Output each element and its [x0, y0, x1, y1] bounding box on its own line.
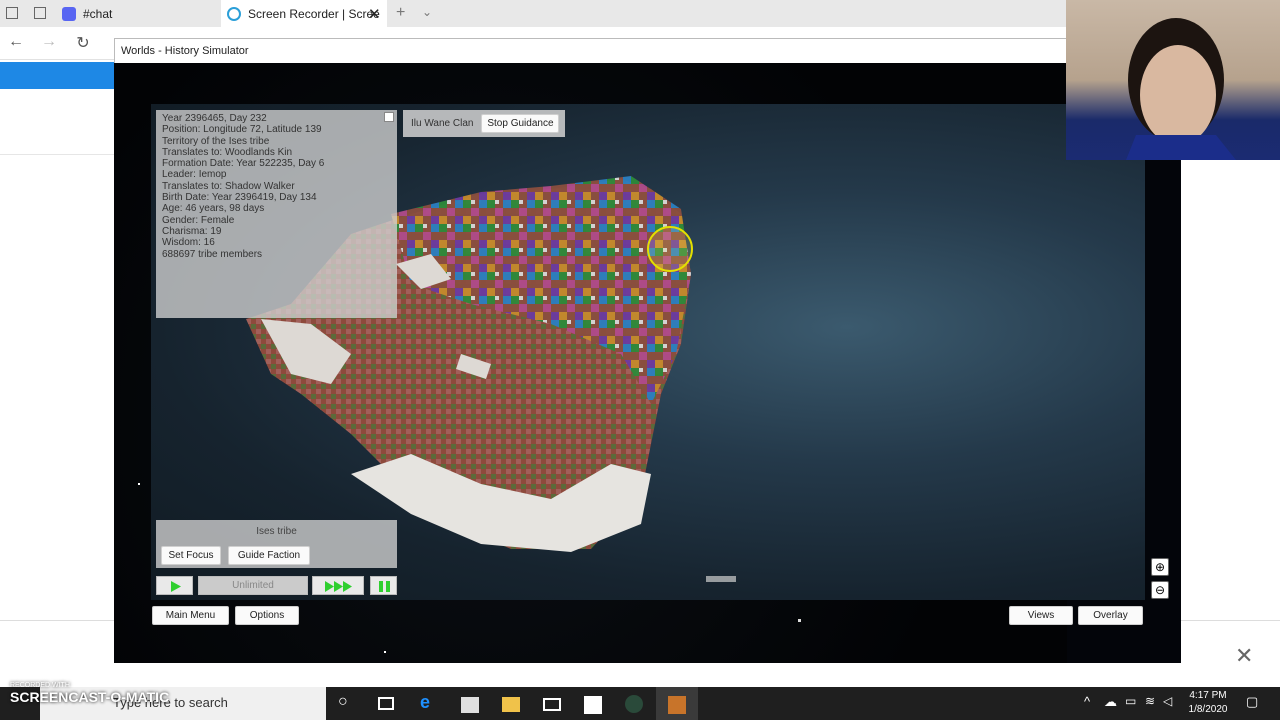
views-button[interactable]: Views	[1009, 606, 1073, 625]
taskbar-clock[interactable]: 4:17 PM 1/8/2020	[1178, 689, 1238, 717]
cursor-highlight	[647, 226, 693, 272]
volume-icon[interactable]: ◁	[1163, 694, 1172, 708]
play-button[interactable]	[156, 576, 193, 595]
edge-icon[interactable]: e	[420, 692, 438, 712]
windows-taskbar: Type here to search ○ e ^ ☁ ▭ ≋ ◁ 4:17 P…	[0, 687, 1280, 720]
recorder-app-icon[interactable]	[668, 696, 686, 714]
set-aside-tabs-icon[interactable]	[34, 7, 46, 19]
recording-watermark: RECORDED WITH SCREENCAST-O-MATIC	[10, 682, 169, 705]
guide-faction-button[interactable]: Guide Faction	[228, 546, 310, 565]
webcam-person	[1126, 18, 1236, 160]
info-line: Position: Longitude 72, Latitude 139	[162, 124, 322, 136]
star	[384, 651, 386, 653]
tab-label: #chat	[83, 6, 113, 21]
info-line: Birth Date: Year 2396419, Day 134	[162, 192, 317, 204]
speed-label: Unlimited	[198, 576, 308, 595]
info-line: Charisma: 19	[162, 225, 222, 237]
close-tab-icon[interactable]: ✕	[368, 5, 381, 23]
zoom-in-button[interactable]: ⊕	[1151, 558, 1169, 576]
page-header-strip	[0, 62, 114, 89]
info-line: Translates to: Woodlands Kin	[162, 146, 293, 158]
chevron-down-icon[interactable]: ⌄	[422, 5, 432, 19]
window-title: Worlds - History Simulator	[115, 39, 1066, 64]
tab-actions-icon[interactable]	[6, 7, 18, 19]
tribe-panel: Ises tribe Set Focus Guide Faction	[156, 520, 397, 568]
worlds-app-icon[interactable]	[625, 695, 643, 713]
wifi-icon[interactable]: ≋	[1145, 694, 1155, 708]
clan-label: Ilu Wane Clan	[411, 118, 474, 129]
fast-forward-button[interactable]	[312, 576, 364, 595]
back-icon[interactable]: ←	[5, 33, 27, 51]
app-icon[interactable]	[584, 696, 602, 714]
stop-guidance-button[interactable]: Stop Guidance	[481, 114, 560, 133]
watermark-line1: RECORDED WITH	[10, 682, 70, 689]
main-menu-button[interactable]: Main Menu	[152, 606, 229, 625]
close-icon[interactable]: ✕	[1235, 643, 1253, 669]
info-line: Formation Date: Year 522235, Day 6	[162, 158, 325, 170]
tab-label: Screen Recorder | Scree	[248, 6, 380, 21]
set-focus-button[interactable]: Set Focus	[161, 546, 221, 565]
zoom-out-icon: ⊖	[1154, 583, 1166, 597]
battery-icon[interactable]: ▭	[1125, 694, 1136, 708]
cloud-icon[interactable]: ☁	[1104, 694, 1117, 710]
cortana-icon[interactable]: ○	[338, 693, 356, 711]
clock-time: 4:17 PM	[1189, 690, 1227, 701]
info-line: Gender: Female	[162, 214, 235, 226]
chevron-up-icon[interactable]: ^	[1084, 694, 1090, 709]
info-line: Territory of the Ises tribe	[162, 135, 270, 147]
new-tab-icon[interactable]: +	[396, 4, 405, 22]
forward-icon[interactable]: →	[38, 33, 60, 51]
file-explorer-icon[interactable]	[502, 697, 520, 712]
zoom-out-button[interactable]: ⊖	[1151, 581, 1169, 599]
watermark-line2: SCREENCAST-O-MATIC	[10, 689, 170, 705]
task-view-icon[interactable]	[378, 697, 394, 710]
guidance-bar: Ilu Wane Clan Stop Guidance	[403, 110, 565, 137]
discord-icon	[62, 6, 76, 21]
info-line: Leader: Iemop	[162, 169, 227, 181]
star	[798, 619, 801, 622]
star	[138, 483, 140, 485]
info-line: Age: 46 years, 98 days	[162, 203, 265, 215]
screencast-icon	[227, 6, 241, 21]
info-line: Year 2396465, Day 232	[162, 113, 267, 124]
territory-info-panel: Year 2396465, Day 232 Position: Longitud…	[156, 110, 397, 318]
clock-date: 1/8/2020	[1188, 704, 1228, 715]
page-background-right	[1181, 160, 1280, 620]
info-line: Wisdom: 16	[162, 237, 215, 249]
options-button[interactable]: Options	[235, 606, 299, 625]
info-line: Translates to: Shadow Walker	[162, 180, 295, 192]
page-background	[0, 89, 114, 619]
tab-screen-recorder[interactable]: Screen Recorder | Scree ✕	[221, 0, 387, 27]
pause-button[interactable]	[370, 576, 397, 595]
refresh-icon[interactable]: ↻	[72, 33, 94, 53]
info-line: 688697 tribe members	[162, 248, 263, 260]
minimize-panel-button[interactable]	[384, 112, 394, 122]
overlay-button[interactable]: Overlay	[1078, 606, 1143, 625]
zoom-in-icon: ⊕	[1154, 560, 1166, 574]
store-icon[interactable]	[461, 697, 479, 713]
webcam-feed	[1066, 0, 1280, 160]
notifications-icon[interactable]: ▢	[1246, 694, 1258, 710]
tab-chat[interactable]: #chat	[56, 0, 221, 27]
mail-icon[interactable]	[543, 698, 561, 711]
speed-controls: Unlimited	[156, 576, 397, 595]
tribe-name: Ises tribe	[256, 526, 297, 537]
